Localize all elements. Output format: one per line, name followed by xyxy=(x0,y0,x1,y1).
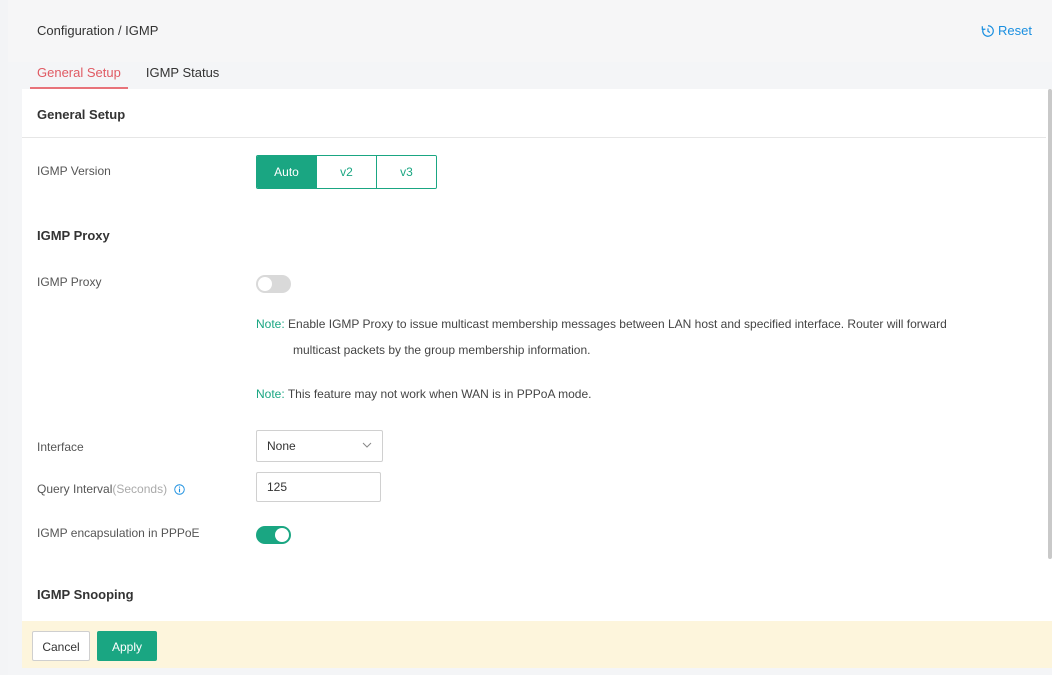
tab-igmp-status[interactable]: IGMP Status xyxy=(139,63,226,87)
igmp-proxy-toggle[interactable] xyxy=(256,275,291,293)
igmp-version-selector: Auto v2 v3 xyxy=(256,155,437,189)
action-footer: Cancel Apply xyxy=(22,621,1052,668)
note-tag: Note: xyxy=(256,387,285,401)
igmp-version-label: IGMP Version xyxy=(37,164,111,178)
toggle-knob xyxy=(275,528,289,542)
interface-select-value: None xyxy=(267,439,296,453)
interface-select[interactable]: None xyxy=(256,430,383,462)
proxy-note-line-2: multicast packets by the group membershi… xyxy=(293,343,591,357)
breadcrumb: Configuration / IGMP xyxy=(37,23,159,38)
reset-button[interactable]: Reset xyxy=(981,23,1032,38)
tab-general-setup[interactable]: General Setup xyxy=(30,63,128,89)
reset-label: Reset xyxy=(998,23,1032,38)
query-interval-label-text: Query Interval xyxy=(37,482,113,496)
section-title-general-setup: General Setup xyxy=(37,107,126,122)
query-interval-label: Query Interval(Seconds) xyxy=(37,482,186,496)
note-tag: Note: xyxy=(256,317,285,331)
top-bar: Configuration / IGMP Reset xyxy=(8,0,1052,62)
divider xyxy=(22,137,1046,138)
proxy-note: Note: Enable IGMP Proxy to issue multica… xyxy=(256,311,947,363)
pppoe-encapsulation-label: IGMP encapsulation in PPPoE xyxy=(37,526,200,540)
history-icon xyxy=(981,24,994,37)
app-frame: Configuration / IGMP Reset General Setup… xyxy=(8,0,1052,675)
note-text: Enable IGMP Proxy to issue multicast mem… xyxy=(288,317,947,331)
chevron-down-icon xyxy=(362,442,372,448)
scrollbar[interactable] xyxy=(1048,89,1052,559)
note-text: This feature may not work when WAN is in… xyxy=(287,387,592,401)
general-setup-panel: General Setup IGMP Version Auto v2 v3 IG… xyxy=(22,89,1052,621)
pppoe-encapsulation-toggle[interactable] xyxy=(256,526,291,544)
query-interval-input[interactable] xyxy=(256,472,381,502)
info-icon[interactable] xyxy=(174,484,186,495)
interface-label: Interface xyxy=(37,440,84,454)
igmp-version-auto[interactable]: Auto xyxy=(257,156,317,188)
section-title-igmp-snooping: IGMP Snooping xyxy=(37,587,134,602)
toggle-knob xyxy=(258,277,272,291)
cancel-button[interactable]: Cancel xyxy=(32,631,90,661)
igmp-version-v2[interactable]: v2 xyxy=(317,156,377,188)
igmp-proxy-label: IGMP Proxy xyxy=(37,275,102,289)
tab-bar: General Setup IGMP Status xyxy=(30,63,237,89)
section-title-igmp-proxy: IGMP Proxy xyxy=(37,228,110,243)
pppoa-note: Note: This feature may not work when WAN… xyxy=(256,381,592,407)
apply-button[interactable]: Apply xyxy=(97,631,157,661)
igmp-version-v3[interactable]: v3 xyxy=(377,156,436,188)
proxy-note-line-1: Note: Enable IGMP Proxy to issue multica… xyxy=(256,311,947,337)
query-interval-unit: (Seconds) xyxy=(112,482,168,496)
